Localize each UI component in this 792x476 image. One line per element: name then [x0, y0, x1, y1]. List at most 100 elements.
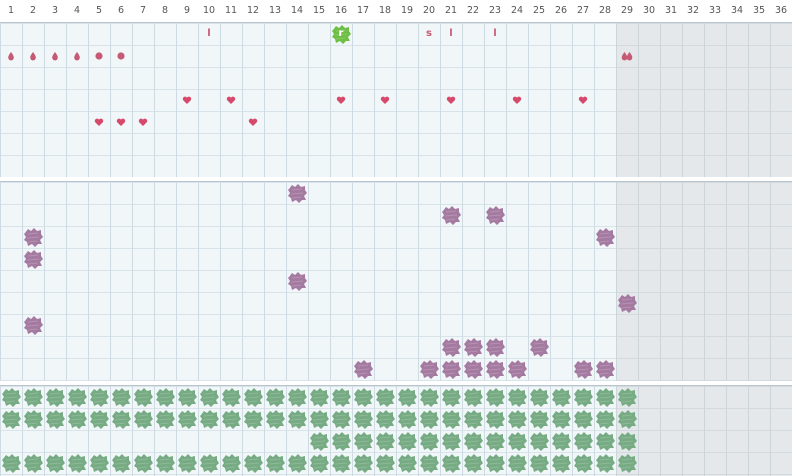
tracking-blob-icon[interactable]	[44, 452, 66, 474]
tracking-blob-icon[interactable]	[462, 430, 484, 452]
drop-icon[interactable]	[44, 45, 66, 67]
tracking-blob-icon[interactable]	[506, 452, 528, 474]
tracking-blob-icon[interactable]	[418, 452, 440, 474]
tracking-blob-icon[interactable]	[418, 430, 440, 452]
tracking-blob-icon[interactable]	[374, 452, 396, 474]
tracking-blob-icon[interactable]	[440, 386, 462, 408]
tracking-blob-icon[interactable]	[264, 386, 286, 408]
tracking-blob-icon[interactable]	[44, 386, 66, 408]
tracking-blob-icon[interactable]	[594, 386, 616, 408]
heart-icon[interactable]	[242, 111, 264, 133]
heart-icon[interactable]	[374, 89, 396, 111]
drop-icon[interactable]	[22, 45, 44, 67]
tracking-blob-icon[interactable]	[528, 430, 550, 452]
tracking-blob-icon[interactable]	[308, 386, 330, 408]
tracking-blob-icon[interactable]	[572, 430, 594, 452]
activity-blob-icon[interactable]	[484, 204, 506, 226]
tracking-blob-icon[interactable]	[132, 452, 154, 474]
activity-blob-icon[interactable]	[572, 358, 594, 380]
tracking-blob-icon[interactable]	[374, 408, 396, 430]
tracking-blob-icon[interactable]	[66, 452, 88, 474]
activity-blob-icon[interactable]	[506, 358, 528, 380]
tracking-blob-icon[interactable]	[506, 386, 528, 408]
tracking-blob-icon[interactable]	[352, 430, 374, 452]
heart-icon[interactable]	[110, 111, 132, 133]
tracking-blob-icon[interactable]	[418, 386, 440, 408]
tracking-blob-icon[interactable]	[396, 452, 418, 474]
tracking-blob-icon[interactable]	[528, 452, 550, 474]
tracking-blob-icon[interactable]	[506, 408, 528, 430]
tracking-blob-icon[interactable]	[22, 452, 44, 474]
tracking-blob-icon[interactable]	[286, 408, 308, 430]
heart-icon[interactable]	[330, 89, 352, 111]
activity-blob-icon[interactable]	[352, 358, 374, 380]
tracking-blob-icon[interactable]	[154, 452, 176, 474]
activity-blob-icon[interactable]	[462, 336, 484, 358]
tracking-blob-icon[interactable]	[572, 408, 594, 430]
tracking-blob-icon[interactable]	[506, 430, 528, 452]
tracking-blob-icon[interactable]	[528, 408, 550, 430]
activity-blob-icon[interactable]	[528, 336, 550, 358]
tracking-blob-icon[interactable]	[418, 408, 440, 430]
tracking-blob-icon[interactable]	[88, 452, 110, 474]
tracking-blob-icon[interactable]	[176, 408, 198, 430]
tracking-blob-icon[interactable]	[22, 408, 44, 430]
tracking-blob-icon[interactable]	[550, 408, 572, 430]
tracking-blob-icon[interactable]	[440, 430, 462, 452]
tracking-blob-icon[interactable]	[176, 386, 198, 408]
dot-icon[interactable]	[88, 45, 110, 67]
tracking-blob-icon[interactable]	[44, 408, 66, 430]
tracking-blob-icon[interactable]	[66, 386, 88, 408]
tracking-blob-icon[interactable]	[110, 408, 132, 430]
tracking-blob-icon[interactable]	[22, 386, 44, 408]
tracking-blob-icon[interactable]	[286, 452, 308, 474]
tracking-blob-icon[interactable]	[176, 452, 198, 474]
tracking-blob-icon[interactable]	[330, 452, 352, 474]
tracking-blob-icon[interactable]	[462, 452, 484, 474]
tracking-blob-icon[interactable]	[484, 452, 506, 474]
drop-icon[interactable]	[616, 45, 638, 67]
tracking-blob-icon[interactable]	[374, 430, 396, 452]
letter-marker[interactable]: l	[198, 23, 220, 45]
tracking-blob-icon[interactable]	[308, 452, 330, 474]
tracking-blob-icon[interactable]	[220, 408, 242, 430]
drop-icon[interactable]	[0, 45, 22, 67]
tracking-blob-icon[interactable]	[594, 452, 616, 474]
tracking-blob-icon[interactable]	[616, 430, 638, 452]
tracking-blob-icon[interactable]	[286, 386, 308, 408]
tracking-blob-icon[interactable]	[440, 452, 462, 474]
tracking-blob-icon[interactable]	[352, 408, 374, 430]
activity-blob-icon[interactable]	[440, 336, 462, 358]
tracking-blob-icon[interactable]	[242, 452, 264, 474]
heart-icon[interactable]	[572, 89, 594, 111]
tracking-blob-icon[interactable]	[594, 408, 616, 430]
tracking-blob-icon[interactable]	[264, 408, 286, 430]
tracking-blob-icon[interactable]	[330, 408, 352, 430]
heart-icon[interactable]	[506, 89, 528, 111]
tracking-blob-icon[interactable]	[462, 386, 484, 408]
tracking-blob-icon[interactable]	[484, 386, 506, 408]
tracking-blob-icon[interactable]	[550, 452, 572, 474]
tracking-blob-icon[interactable]	[484, 408, 506, 430]
tracking-blob-icon[interactable]	[572, 386, 594, 408]
tracking-blob-icon[interactable]	[374, 386, 396, 408]
tracking-blob-icon[interactable]	[88, 386, 110, 408]
badge-marker[interactable]: r	[330, 23, 352, 45]
tracking-blob-icon[interactable]	[352, 386, 374, 408]
tracking-blob-icon[interactable]	[330, 430, 352, 452]
tracking-blob-icon[interactable]	[550, 386, 572, 408]
activity-blob-icon[interactable]	[418, 358, 440, 380]
heart-icon[interactable]	[132, 111, 154, 133]
tracking-blob-icon[interactable]	[264, 452, 286, 474]
heart-icon[interactable]	[440, 89, 462, 111]
tracking-blob-icon[interactable]	[242, 386, 264, 408]
heart-icon[interactable]	[220, 89, 242, 111]
tracking-blob-icon[interactable]	[198, 386, 220, 408]
tracking-blob-icon[interactable]	[110, 386, 132, 408]
activity-blob-icon[interactable]	[594, 226, 616, 248]
activity-blob-icon[interactable]	[484, 358, 506, 380]
letter-marker[interactable]: l	[484, 23, 506, 45]
activity-blob-icon[interactable]	[22, 314, 44, 336]
tracking-blob-icon[interactable]	[440, 408, 462, 430]
tracking-blob-icon[interactable]	[198, 408, 220, 430]
